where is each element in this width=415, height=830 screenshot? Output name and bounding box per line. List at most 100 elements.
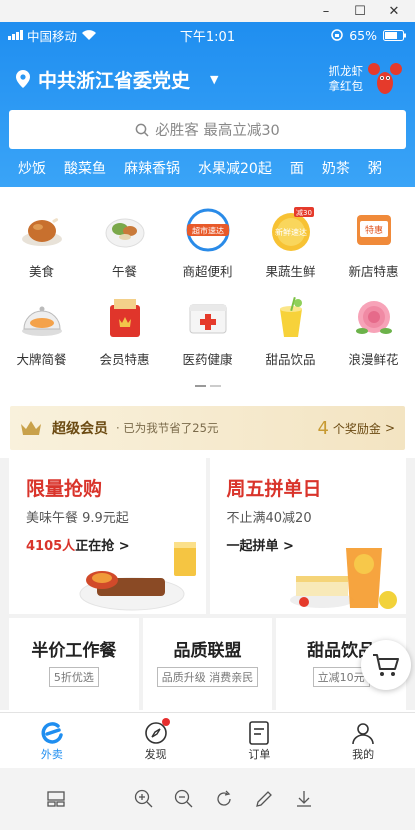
- order-icon: [248, 720, 270, 746]
- zoom-in-icon[interactable]: [124, 784, 164, 814]
- location-row: 中共浙江省委党史 ▼ 抓龙虾 拿红包: [0, 48, 415, 110]
- download-icon[interactable]: [284, 784, 324, 814]
- search-icon: [135, 123, 149, 137]
- category-label: 大牌简餐: [16, 352, 67, 367]
- quick-link[interactable]: 奶茶: [322, 158, 350, 178]
- battery-percent: 65%: [349, 27, 377, 43]
- vip-reward-label: 个奖励金: [332, 421, 381, 436]
- cart-button[interactable]: [361, 640, 411, 690]
- category-label: 甜品饮品: [265, 352, 316, 367]
- fresh-corner-badge: 减30: [296, 208, 312, 217]
- lunch-plate-image: [79, 542, 196, 611]
- window-titlebar: – ☐ ✕: [0, 0, 415, 22]
- card-tag: 5折优选: [48, 667, 99, 687]
- category-food[interactable]: 美食: [0, 207, 83, 295]
- category-label: 果蔬生鲜: [265, 264, 316, 279]
- layout-icon[interactable]: [36, 784, 76, 814]
- category-drinks[interactable]: 甜品饮品: [249, 295, 332, 383]
- rotation-lock-icon: [331, 29, 343, 41]
- vip-subtitle: · 已为我节省了25元: [116, 421, 219, 435]
- category-label: 美食: [28, 264, 54, 279]
- cake-drink-image: [290, 548, 397, 609]
- drink-icon: [268, 295, 314, 341]
- vip-bag-icon: [102, 295, 148, 341]
- page-indicator: [0, 385, 415, 387]
- tab-discover[interactable]: 发现: [104, 713, 208, 768]
- super-vip-banner[interactable]: 超级会员 · 已为我节省了25元 4 个奖励金 >: [10, 406, 405, 450]
- promo-line-1: 抓龙虾: [328, 64, 364, 78]
- crown-icon: [21, 421, 41, 435]
- category-new-store[interactable]: 特惠 新店特惠: [332, 207, 415, 295]
- category-supermarket[interactable]: 超市速达 商超便利: [166, 207, 249, 295]
- carrier-label: 中国移动: [27, 28, 78, 44]
- battery-icon: [383, 29, 406, 41]
- card-tag: 品质升级 消费亲民: [156, 667, 259, 687]
- card-cta-count: 4105人: [26, 539, 76, 554]
- bottom-tab-bar: 外卖 发现 订单 我的: [0, 712, 415, 768]
- maximize-button[interactable]: ☐: [345, 1, 375, 21]
- quick-link[interactable]: 酸菜鱼: [64, 158, 106, 178]
- group-order-card[interactable]: 周五拼单日 不止满40减20 一起拼单 >: [209, 458, 406, 614]
- notification-dot: [161, 718, 170, 726]
- search-bar[interactable]: 必胜客 最高立减30: [9, 110, 406, 149]
- cloche-icon: [19, 295, 65, 341]
- tab-label: 我的: [352, 748, 375, 761]
- new-store-badge: 特惠: [364, 224, 382, 236]
- category-lunch[interactable]: 午餐: [83, 207, 166, 295]
- half-price-meal-card[interactable]: 半价工作餐 5折优选: [9, 618, 139, 710]
- chevron-right-icon: >: [384, 421, 395, 435]
- profile-icon: [351, 720, 375, 746]
- vip-title: 超级会员: [52, 421, 108, 437]
- quick-link[interactable]: 面: [290, 158, 304, 178]
- signal-icon: [8, 30, 23, 40]
- rose-icon: [351, 295, 397, 341]
- card-title: 周五拼单日: [226, 478, 322, 500]
- category-grid: 美食 午餐 超市速达 商超便利 新鲜速达 减30 果蔬生鲜 特惠 新店特惠 大牌简…: [0, 187, 415, 383]
- quick-link[interactable]: 麻辣香锅: [124, 158, 180, 178]
- category-label: 新店特惠: [348, 264, 399, 279]
- rotate-icon[interactable]: [204, 784, 244, 814]
- promo-line-2: 拿红包: [328, 79, 364, 93]
- vip-reward[interactable]: 4 个奖励金 >: [317, 418, 395, 439]
- location-title[interactable]: 中共浙江省委党史: [38, 66, 202, 93]
- card-subtitle: 不止满40减20: [226, 511, 312, 526]
- category-label: 午餐: [111, 264, 137, 279]
- category-flowers[interactable]: 浪漫鲜花: [332, 295, 415, 383]
- category-brand-meal[interactable]: 大牌简餐: [0, 295, 83, 383]
- tab-waimai[interactable]: 外卖: [0, 713, 104, 768]
- category-fresh[interactable]: 新鲜速达 减30 果蔬生鲜: [249, 207, 332, 295]
- minimize-button[interactable]: –: [311, 1, 341, 21]
- bowl-icon: [102, 207, 148, 253]
- category-label: 浪漫鲜花: [348, 352, 399, 367]
- pen-icon[interactable]: [244, 784, 284, 814]
- quick-link[interactable]: 水果减20起: [198, 158, 272, 178]
- new-store-icon: 特惠: [351, 207, 397, 253]
- header: 中国移动 下午1:01 65% 中共浙江省委党史 ▼ 抓龙虾 拿红包 必胜客 最…: [0, 22, 415, 187]
- viewer-toolbar: [0, 768, 415, 830]
- category-label: 会员特惠: [99, 352, 150, 367]
- quick-link[interactable]: 炒饭: [18, 158, 46, 178]
- location-pin-icon: [16, 70, 30, 88]
- card-title: 半价工作餐: [31, 641, 117, 661]
- card-title: 品质联盟: [173, 641, 242, 661]
- category-label: 商超便利: [182, 264, 233, 279]
- lobster-promo[interactable]: 抓龙虾 拿红包: [329, 59, 406, 99]
- medicine-box-icon: [185, 295, 231, 341]
- quality-alliance-card[interactable]: 品质联盟 品质升级 消费亲民: [142, 618, 273, 710]
- category-label: 医药健康: [182, 352, 233, 367]
- fresh-icon: 新鲜速达 减30: [268, 207, 314, 253]
- flash-sale-card[interactable]: 限量抢购 美味午餐 9.9元起 4105人正在抢 >: [9, 458, 206, 614]
- category-vip-deals[interactable]: 会员特惠: [83, 295, 166, 383]
- tab-label: 发现: [144, 748, 167, 761]
- zoom-out-icon[interactable]: [164, 784, 204, 814]
- search-placeholder: 必胜客 最高立减30: [155, 123, 280, 139]
- quick-link[interactable]: 粥: [368, 158, 382, 178]
- tab-label: 订单: [248, 748, 271, 761]
- roast-chicken-icon: [19, 207, 65, 253]
- category-medicine[interactable]: 医药健康: [166, 295, 249, 383]
- tab-profile[interactable]: 我的: [311, 713, 415, 768]
- tab-orders[interactable]: 订单: [208, 713, 312, 768]
- close-button[interactable]: ✕: [379, 1, 409, 21]
- caret-down-icon[interactable]: ▼: [210, 73, 218, 86]
- fresh-badge: 新鲜速达: [275, 227, 307, 237]
